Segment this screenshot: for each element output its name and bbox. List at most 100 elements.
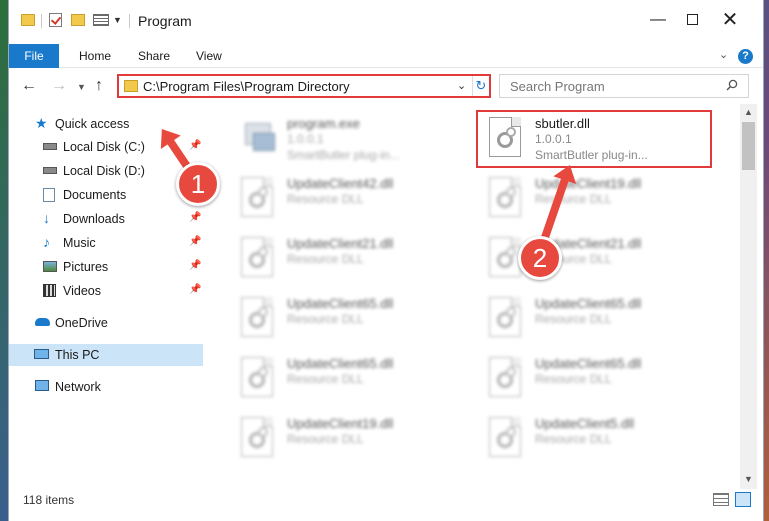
scroll-up-arrow-icon[interactable]: ▲ <box>744 107 753 117</box>
file-type: Resource DLL <box>287 372 364 386</box>
dll-file-icon <box>241 417 277 461</box>
tab-share[interactable]: Share <box>138 44 170 68</box>
sidebar-item-documents[interactable]: Documents <box>9 184 203 206</box>
file-item[interactable]: UpdateClient21.dll Resource DLL <box>231 229 471 287</box>
sidebar-item-label: Music <box>63 236 96 250</box>
file-item-program-exe[interactable]: program.exe 1.0.0.1 SmartButler plug-in.… <box>231 109 471 167</box>
pin-icon[interactable]: 📌 <box>189 236 201 247</box>
sidebar-item-videos[interactable]: Videos 📌 <box>9 280 203 302</box>
sidebar-item-pictures[interactable]: Pictures 📌 <box>9 256 203 278</box>
maximize-icon <box>686 14 698 25</box>
toolbar-divider <box>129 14 130 28</box>
pin-icon[interactable]: 📌 <box>189 140 201 151</box>
dll-file-icon <box>241 237 277 281</box>
back-button[interactable]: ← <box>21 77 37 95</box>
properties-list-icon[interactable] <box>93 14 109 26</box>
new-folder-icon[interactable] <box>71 14 85 26</box>
file-type: Resource DLL <box>535 312 612 326</box>
sidebar-item-label: Videos <box>63 284 101 298</box>
large-icons-view-icon[interactable] <box>735 492 751 507</box>
vertical-scrollbar[interactable]: ▲ ▼ <box>740 104 757 489</box>
computer-icon <box>34 349 49 359</box>
address-history-chevron-icon[interactable]: ⌄ <box>457 79 466 92</box>
search-icon[interactable] <box>726 79 738 91</box>
tab-file[interactable]: File <box>9 44 59 68</box>
file-name: UpdateClient65.dll <box>287 356 394 371</box>
sidebar-item-this-pc[interactable]: This PC <box>9 344 203 366</box>
step-badge-2: 2 <box>518 236 562 280</box>
star-icon: ★ <box>35 115 48 131</box>
file-item[interactable]: UpdateClient65.dll Resource DLL <box>479 289 719 347</box>
exe-file-icon <box>241 117 277 161</box>
file-item[interactable]: UpdateClient65.dll Resource DLL <box>479 349 719 407</box>
dll-file-icon <box>489 297 525 341</box>
title-bar: ▼ Program — ✕ <box>9 0 763 40</box>
properties-check-icon[interactable] <box>49 13 62 27</box>
item-count: 118 items <box>23 493 75 507</box>
sidebar-item-network[interactable]: Network <box>9 376 203 398</box>
file-type: Resource DLL <box>535 192 612 206</box>
dll-file-icon <box>489 357 525 401</box>
file-description: SmartButler plug-in... <box>287 148 400 162</box>
pin-icon[interactable]: 📌 <box>189 212 201 223</box>
status-bar: 118 items <box>9 489 763 511</box>
cloud-icon <box>35 318 50 326</box>
search-input[interactable]: Search Program <box>499 74 749 98</box>
pin-icon[interactable]: 📌 <box>189 284 201 295</box>
forward-button[interactable]: → <box>51 77 67 95</box>
expand-ribbon-chevron-icon[interactable]: ⌄ <box>719 48 728 61</box>
tab-view[interactable]: View <box>196 44 222 68</box>
file-type: Resource DLL <box>535 372 612 386</box>
dll-file-icon <box>489 417 525 461</box>
file-item[interactable]: UpdateClient19.dll Resource DLL <box>231 409 471 467</box>
download-icon: ↓ <box>43 210 50 226</box>
dll-file-icon <box>489 177 525 221</box>
address-path[interactable]: C:\Program Files\Program Directory <box>143 79 350 94</box>
file-name: UpdateClient65.dll <box>535 296 642 311</box>
file-type: Resource DLL <box>287 192 364 206</box>
file-item[interactable]: UpdateClient65.dll Resource DLL <box>231 349 471 407</box>
help-button[interactable]: ? <box>738 49 753 64</box>
dll-file-icon <box>241 177 277 221</box>
pin-icon[interactable]: 📌 <box>189 260 201 271</box>
music-icon: ♪ <box>43 234 50 250</box>
file-version: 1.0.0.1 <box>287 132 324 146</box>
refresh-button[interactable]: ↻ <box>472 76 489 96</box>
sidebar-item-label: Network <box>55 380 101 394</box>
sidebar-item-local-disk-d[interactable]: Local Disk (D:) <box>9 160 203 182</box>
recent-locations-chevron-icon[interactable]: ▼ <box>77 82 86 92</box>
navigation-bar: ← → ▼ ↑ C:\Program Files\Program Directo… <box>9 68 763 104</box>
file-name: UpdateClient65.dll <box>535 356 642 371</box>
file-item[interactable]: UpdateClient19.dll Resource DLL <box>479 169 719 227</box>
scrollbar-thumb[interactable] <box>742 122 755 170</box>
close-button[interactable]: ✕ <box>713 8 747 32</box>
file-name: program.exe <box>287 116 360 131</box>
file-item[interactable]: UpdateClient21.dll Resource DLL <box>479 229 719 287</box>
dll-file-icon <box>241 297 277 341</box>
address-bar[interactable]: C:\Program Files\Program Directory ⌄ ↻ <box>117 74 491 98</box>
sidebar-item-label: Local Disk (D:) <box>63 164 145 178</box>
sidebar-item-onedrive[interactable]: OneDrive <box>9 312 203 334</box>
tab-home[interactable]: Home <box>79 44 111 68</box>
file-item[interactable]: UpdateClient65.dll Resource DLL <box>231 289 471 347</box>
file-item[interactable]: UpdateClient5.dll Resource DLL <box>479 409 719 467</box>
sidebar-item-label: Quick access <box>55 117 130 131</box>
customize-toolbar-chevron-icon[interactable]: ▼ <box>113 15 122 33</box>
drive-icon <box>43 167 57 174</box>
documents-icon <box>43 188 55 202</box>
scroll-down-arrow-icon[interactable]: ▼ <box>744 474 753 484</box>
sidebar-item-label: This PC <box>55 348 100 362</box>
minimize-button[interactable]: — <box>641 8 675 32</box>
folder-icon <box>21 14 35 26</box>
sidebar-item-music[interactable]: ♪ Music 📌 <box>9 232 203 254</box>
maximize-button[interactable] <box>675 8 709 32</box>
file-name: UpdateClient65.dll <box>287 296 394 311</box>
pictures-icon <box>43 261 57 272</box>
file-type: Resource DLL <box>287 252 364 266</box>
sidebar-item-downloads[interactable]: ↓ Downloads 📌 <box>9 208 203 230</box>
details-view-icon[interactable] <box>713 493 729 506</box>
file-item[interactable]: UpdateClient42.dll Resource DLL <box>231 169 471 227</box>
up-button[interactable]: ↑ <box>95 77 103 95</box>
network-icon <box>35 380 49 391</box>
folder-icon <box>124 80 138 92</box>
